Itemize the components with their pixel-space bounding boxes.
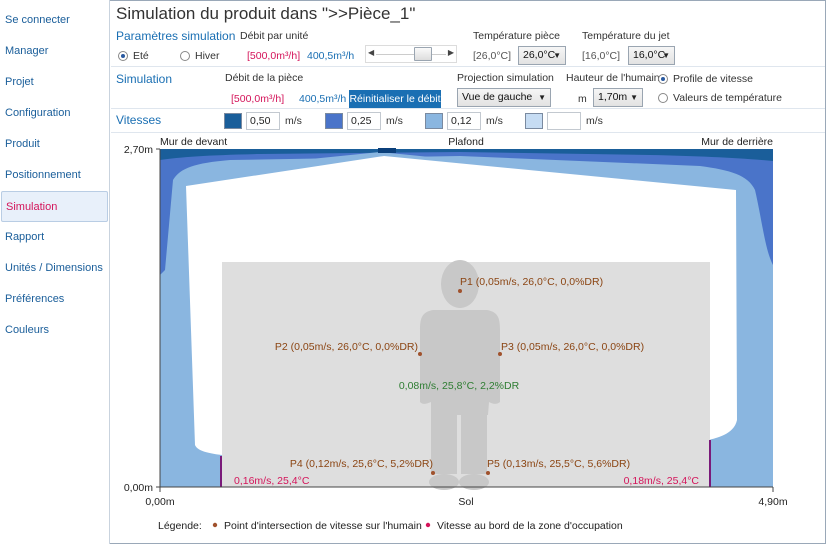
legend-edge: Vitesse au bord de la zone d'occupation	[437, 520, 623, 532]
label-p4: P4 (0,12m/s, 25,6°C, 5,2%DR)	[290, 458, 433, 470]
y-label-top: 2,70m	[124, 144, 153, 156]
y-label-bottom: 0,00m	[124, 482, 153, 494]
label-floor: Sol	[458, 496, 473, 508]
point-p5[interactable]	[486, 471, 490, 475]
legend-intersection: Point d'intersection de vitesse sur l'hu…	[224, 520, 422, 532]
simulation-chart: Mur de devant Plafond Mur de derrière 2,…	[124, 136, 788, 532]
x-label-left: 0,00m	[145, 496, 174, 508]
x-label-right: 4,90m	[758, 496, 787, 508]
label-p2: P2 (0,05m/s, 26,0°C, 0,0%DR)	[275, 341, 418, 353]
label-ceiling: Plafond	[448, 136, 484, 148]
air-jet-nozzle	[378, 148, 396, 153]
point-p1[interactable]	[458, 289, 462, 293]
legend-edge-dot	[425, 522, 431, 528]
legend-intersection-dot	[212, 522, 218, 528]
label-p1: P1 (0,05m/s, 26,0°C, 0,0%DR)	[460, 276, 603, 288]
point-p2[interactable]	[418, 352, 422, 356]
label-center-value: 0,08m/s, 25,8°C, 2,2%DR	[399, 380, 520, 392]
label-edge-right: 0,18m/s, 25,4°C	[624, 475, 700, 487]
label-p5: P5 (0,13m/s, 25,5°C, 5,6%DR)	[487, 458, 630, 470]
point-p4[interactable]	[431, 471, 435, 475]
label-back-wall: Mur de derrière	[701, 136, 773, 148]
label-p3: P3 (0,05m/s, 26,0°C, 0,0%DR)	[501, 341, 644, 353]
label-front-wall: Mur de devant	[160, 136, 227, 148]
legend-label: Légende:	[158, 520, 202, 532]
legend: Légende: Point d'intersection de vitesse…	[158, 520, 623, 532]
label-edge-left: 0,16m/s, 25,4°C	[234, 475, 310, 487]
